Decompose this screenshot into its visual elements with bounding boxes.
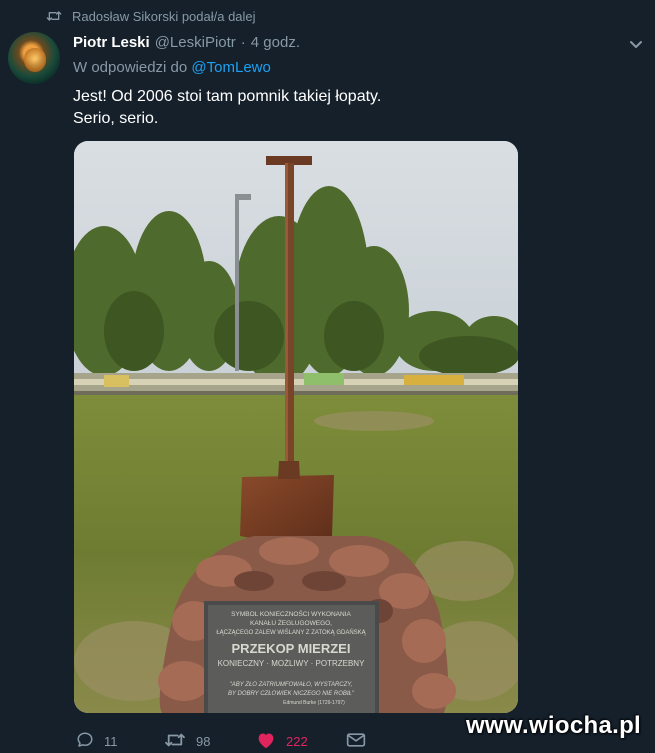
retweet-context: Radosław Sikorski podał/a dalej: [46, 6, 256, 26]
retweet-icon: [164, 731, 186, 752]
plaque-line: SYMBOL KONIECZNOŚCI WYKONANIA: [231, 609, 351, 618]
reply-icon: [76, 731, 94, 752]
reply-count: 11: [104, 733, 118, 749]
plaque-title: PRZEKOP MIERZEI: [232, 641, 351, 656]
plaque-line: BY DOBRY CZŁOWIEK NICZEGO NIE ROBIŁ": [228, 691, 355, 697]
separator-dot: ·: [240, 33, 246, 51]
reply-button[interactable]: 11: [76, 729, 118, 753]
envelope-icon: [346, 732, 366, 751]
retweet-count: 98: [196, 733, 211, 749]
author-name[interactable]: Piotr Leski: [73, 34, 150, 51]
plaque-line: KANAŁU ŻEGLUGOWEGO,: [250, 618, 332, 627]
plaque-line: "ABY ZŁO ZATRIUMFOWAŁO, WYSTARCZY,: [230, 682, 353, 688]
retweet-icon: [46, 9, 62, 23]
user-avatar[interactable]: [8, 32, 60, 84]
tweet-actions: 11 98 222: [74, 729, 394, 753]
tweet-time[interactable]: 4 godz.: [251, 34, 300, 51]
plaque-line: Edmund Burke (1729-1797): [283, 700, 345, 706]
reply-context: W odpowiedzi do @TomLewo: [73, 59, 271, 76]
retweet-button[interactable]: 98: [164, 729, 210, 753]
reply-prefix: W odpowiedzi do: [73, 59, 188, 76]
chevron-down-icon[interactable]: [627, 36, 645, 54]
tweet-text-line: Jest! Od 2006 stoi tam pomnik takiej łop…: [73, 88, 382, 105]
like-count: 222: [286, 733, 308, 749]
plaque-line: KONIECZNY · MOŻLIWY · POTRZEBNY: [218, 659, 365, 668]
like-button[interactable]: 222: [256, 729, 308, 753]
plaque-line: ŁĄCZĄCEGO ZALEW WIŚLANY Z ZATOKĄ GDAŃSKĄ: [216, 628, 366, 636]
site-watermark: www.wiocha.pl: [465, 712, 641, 739]
author-handle[interactable]: @LeskiPiotr: [155, 34, 236, 51]
direct-message-button[interactable]: [346, 729, 366, 753]
tweet-text: Jest! Od 2006 stoi tam pomnik takiej łop…: [73, 86, 381, 130]
reply-mention-link[interactable]: @TomLewo: [191, 59, 270, 76]
tweet-photo[interactable]: SYMBOL KONIECZNOŚCI WYKONANIA KANAŁU ŻEG…: [74, 141, 518, 713]
tweet-text-line: Serio, serio.: [73, 110, 159, 127]
heart-icon: [256, 731, 276, 752]
tweet-header: Piotr Leski @LeskiPiotr · 4 godz.: [73, 32, 300, 52]
retweet-by-text[interactable]: Radosław Sikorski podał/a dalej: [72, 9, 256, 24]
